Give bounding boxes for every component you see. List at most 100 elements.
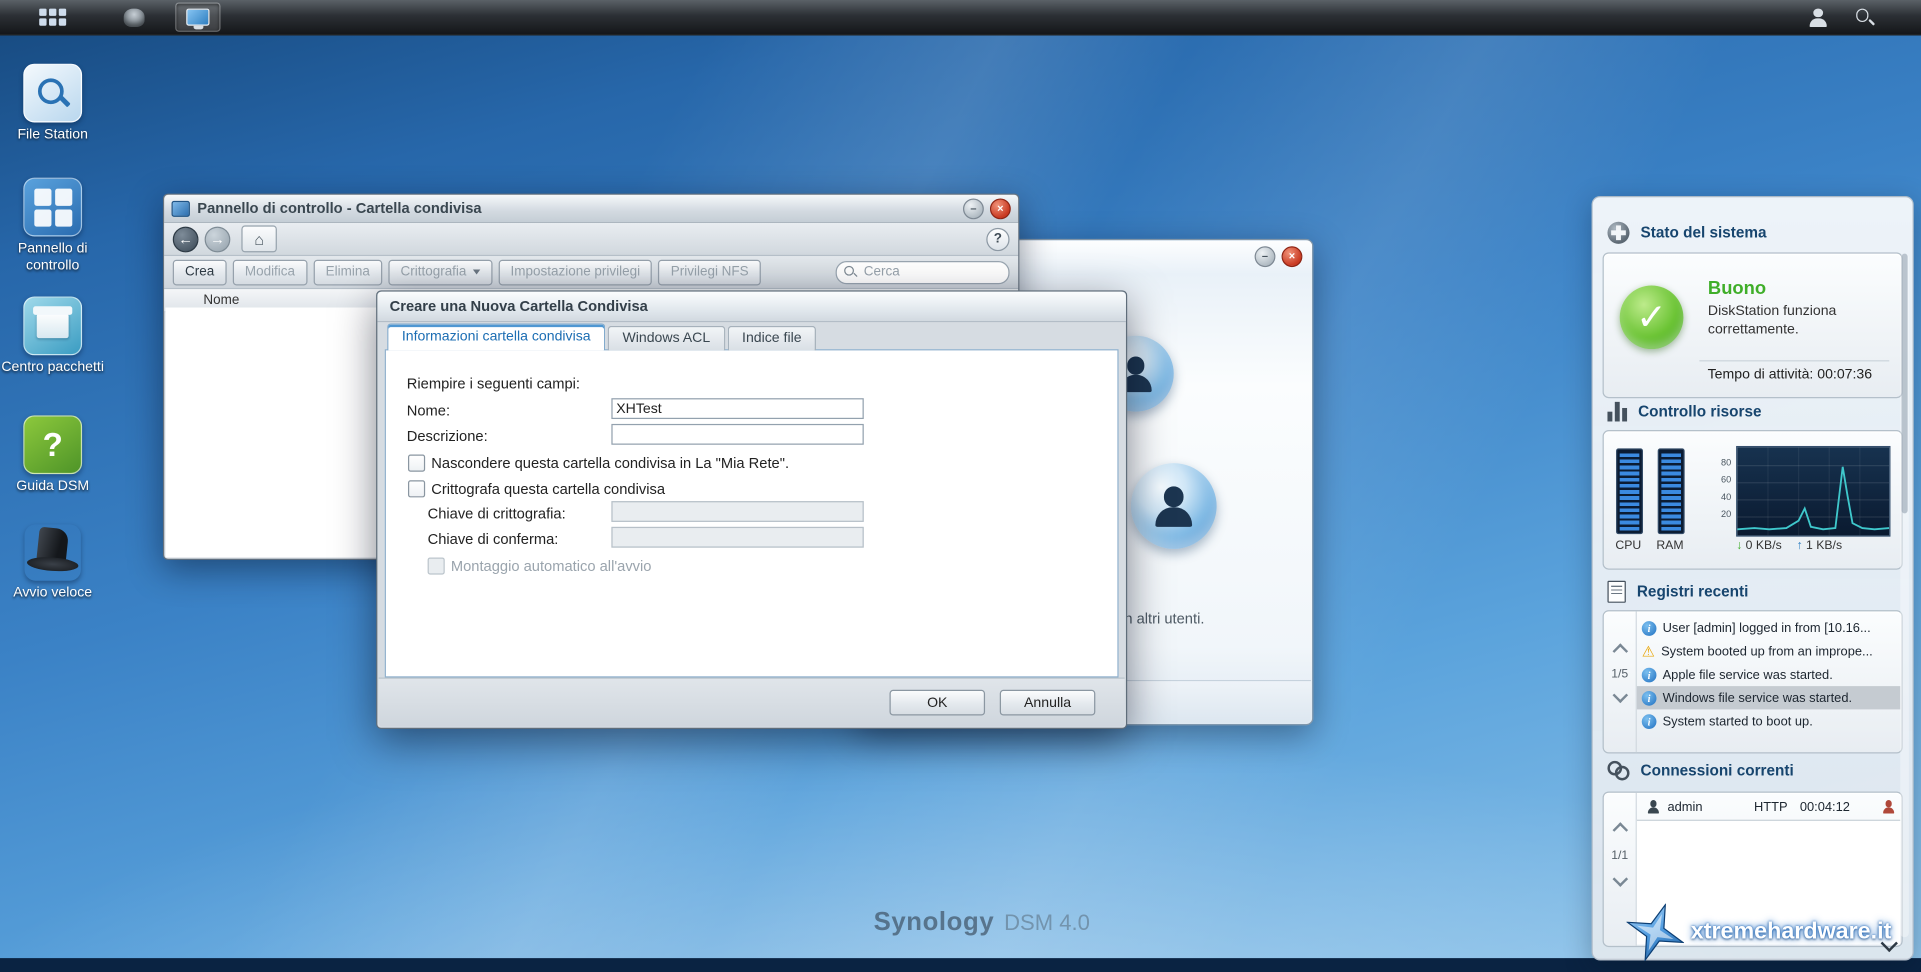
nfs-privileges-button[interactable]: Privilegi NFS [659, 259, 761, 285]
recent-logs-header: Registri recenti [1607, 581, 1748, 603]
logs-pagination: 1/5 [1604, 611, 1637, 752]
dsm-watermark: Synology DSM 4.0 [874, 908, 1090, 937]
brand-text: Synology [874, 908, 995, 937]
version-text: DSM 4.0 [1004, 910, 1090, 936]
ytick-20: 20 [1712, 508, 1732, 519]
log-row[interactable]: i User [admin] logged in from [10.16... [1637, 616, 1900, 639]
ytick-80: 80 [1712, 457, 1732, 468]
page-down-icon[interactable] [1613, 871, 1629, 887]
stage: File Station Pannello di controllo Centr… [0, 0, 1921, 958]
log-row[interactable]: i Apple file service was started. [1637, 663, 1900, 686]
create-button[interactable]: Crea [173, 259, 227, 285]
desktop-icon-label: Pannello di controllo [0, 241, 105, 274]
hide-folder-label: Nascondere questa cartella condivisa in … [431, 455, 789, 472]
connection-protocol: HTTP [1754, 799, 1788, 814]
tab-windows-acl[interactable]: Windows ACL [608, 326, 725, 351]
back-button[interactable]: ← [173, 226, 199, 252]
ram-gauge [1658, 448, 1685, 534]
main-menu-button[interactable] [29, 4, 76, 31]
encrypt-folder-label: Crittografa questa cartella condivisa [431, 480, 665, 497]
ok-button[interactable]: OK [889, 690, 985, 716]
status-description: DiskStation funziona correttamente. [1708, 303, 1873, 340]
search-input[interactable] [861, 263, 1001, 280]
cancel-button[interactable]: Annulla [1000, 690, 1096, 716]
panel-scrollbar[interactable] [1900, 254, 1909, 938]
tiles-icon [34, 188, 72, 226]
window-titlebar[interactable]: Pannello di controllo - Cartella condivi… [164, 195, 1018, 223]
divider [1699, 360, 1889, 361]
info-icon: i [1642, 621, 1657, 636]
desktop-icon-package-center[interactable]: Centro pacchetti [0, 296, 105, 376]
ytick-60: 60 [1712, 474, 1732, 485]
desktop-icon-file-station[interactable]: File Station [0, 64, 105, 144]
star-icon [1616, 893, 1695, 972]
log-text: System started to boot up. [1663, 714, 1813, 729]
tab-shared-folder-info[interactable]: Informazioni cartella condivisa [387, 323, 605, 350]
page-up-icon[interactable] [1613, 643, 1629, 659]
encryption-key-field[interactable] [611, 501, 863, 522]
hide-folder-checkbox[interactable] [408, 455, 425, 472]
user-icon [1808, 7, 1828, 27]
current-connections-header: Connessioni correnti [1607, 761, 1793, 781]
search-button[interactable] [1845, 4, 1883, 31]
dialog-titlebar[interactable]: Creare una Nuova Cartella Condivisa [377, 292, 1126, 323]
pilot-view-button[interactable] [114, 4, 154, 31]
dialog-body: Riempire i seguenti campi: Nome: Descriz… [385, 349, 1119, 677]
encrypt-folder-checkbox[interactable] [408, 480, 425, 497]
download-arrow-icon: ↓ [1736, 539, 1742, 552]
delete-button[interactable]: Elimina [313, 259, 382, 285]
disconnect-user-icon[interactable] [1882, 800, 1895, 813]
log-row[interactable]: ⚠ System booted up from an imprope... [1637, 640, 1900, 663]
confirm-key-field[interactable] [611, 527, 863, 548]
close-button[interactable]: × [1282, 246, 1303, 267]
desktop-icon-quick-start[interactable]: Avvio veloce [0, 524, 105, 602]
resource-monitor-card: CPU RAM 80 60 40 20 [1603, 430, 1903, 570]
connection-row[interactable]: admin HTTP 00:04:12 [1637, 795, 1900, 818]
show-desktop-icon [186, 9, 209, 26]
log-row[interactable]: i Windows file service was started. [1637, 686, 1900, 709]
question-mark-icon: ? [43, 426, 63, 464]
minimize-button[interactable]: – [1255, 246, 1276, 267]
logs-page-indicator: 1/5 [1604, 668, 1636, 681]
log-text: Apple file service was started. [1663, 667, 1833, 682]
edit-button[interactable]: Modifica [233, 259, 308, 285]
connection-user: admin [1667, 799, 1702, 814]
search-icon [1855, 8, 1873, 26]
log-document-icon [1607, 581, 1625, 603]
user-icon [1647, 800, 1660, 813]
forward-button[interactable]: → [205, 226, 231, 252]
minimize-button[interactable]: – [963, 198, 984, 219]
user-sphere-icon[interactable] [1131, 463, 1217, 549]
auto-mount-checkbox[interactable] [428, 557, 445, 574]
logo-text: xtremehardware.it [1691, 919, 1892, 946]
description-field[interactable] [611, 424, 863, 445]
download-value: 0 KB/s [1746, 539, 1782, 552]
name-field[interactable] [611, 398, 863, 419]
desktop-icon-control-panel[interactable]: Pannello di controllo [0, 178, 105, 275]
log-row[interactable]: i System started to boot up. [1637, 709, 1900, 732]
navigation-bar: ← → ⌂ ? [164, 223, 1018, 256]
user-menu-button[interactable] [1799, 4, 1838, 31]
current-connections-title: Connessioni correnti [1641, 762, 1794, 779]
warning-icon: ⚠ [1642, 644, 1655, 659]
desktop-icon-label: Centro pacchetti [0, 360, 105, 377]
network-chart [1736, 446, 1890, 537]
home-button[interactable]: ⌂ [241, 225, 277, 252]
info-icon: i [1642, 690, 1657, 705]
close-button[interactable]: × [990, 198, 1011, 219]
desktop-icon-label: Avvio veloce [0, 586, 105, 603]
resource-monitor-header: Controllo risorse [1607, 402, 1761, 422]
uptime-text: Tempo di attività: 00:07:36 [1708, 368, 1872, 383]
create-shared-folder-dialog: Creare una Nuova Cartella Condivisa Info… [376, 290, 1127, 729]
encryption-dropdown-button[interactable]: Crittografia [388, 259, 492, 285]
desktop-icon-label: Guida DSM [0, 479, 105, 496]
tab-file-index[interactable]: Indice file [727, 326, 816, 351]
resource-monitor-title: Controllo risorse [1638, 403, 1761, 420]
page-up-icon[interactable] [1613, 822, 1629, 838]
desktop-icon-dsm-help[interactable]: ? Guida DSM [0, 415, 105, 495]
show-desktop-button[interactable] [175, 2, 220, 31]
privileges-setup-button[interactable]: Impostazione privilegi [498, 259, 652, 285]
cpu-gauge [1616, 448, 1643, 534]
help-button[interactable]: ? [986, 227, 1009, 250]
page-down-icon[interactable] [1613, 688, 1629, 704]
